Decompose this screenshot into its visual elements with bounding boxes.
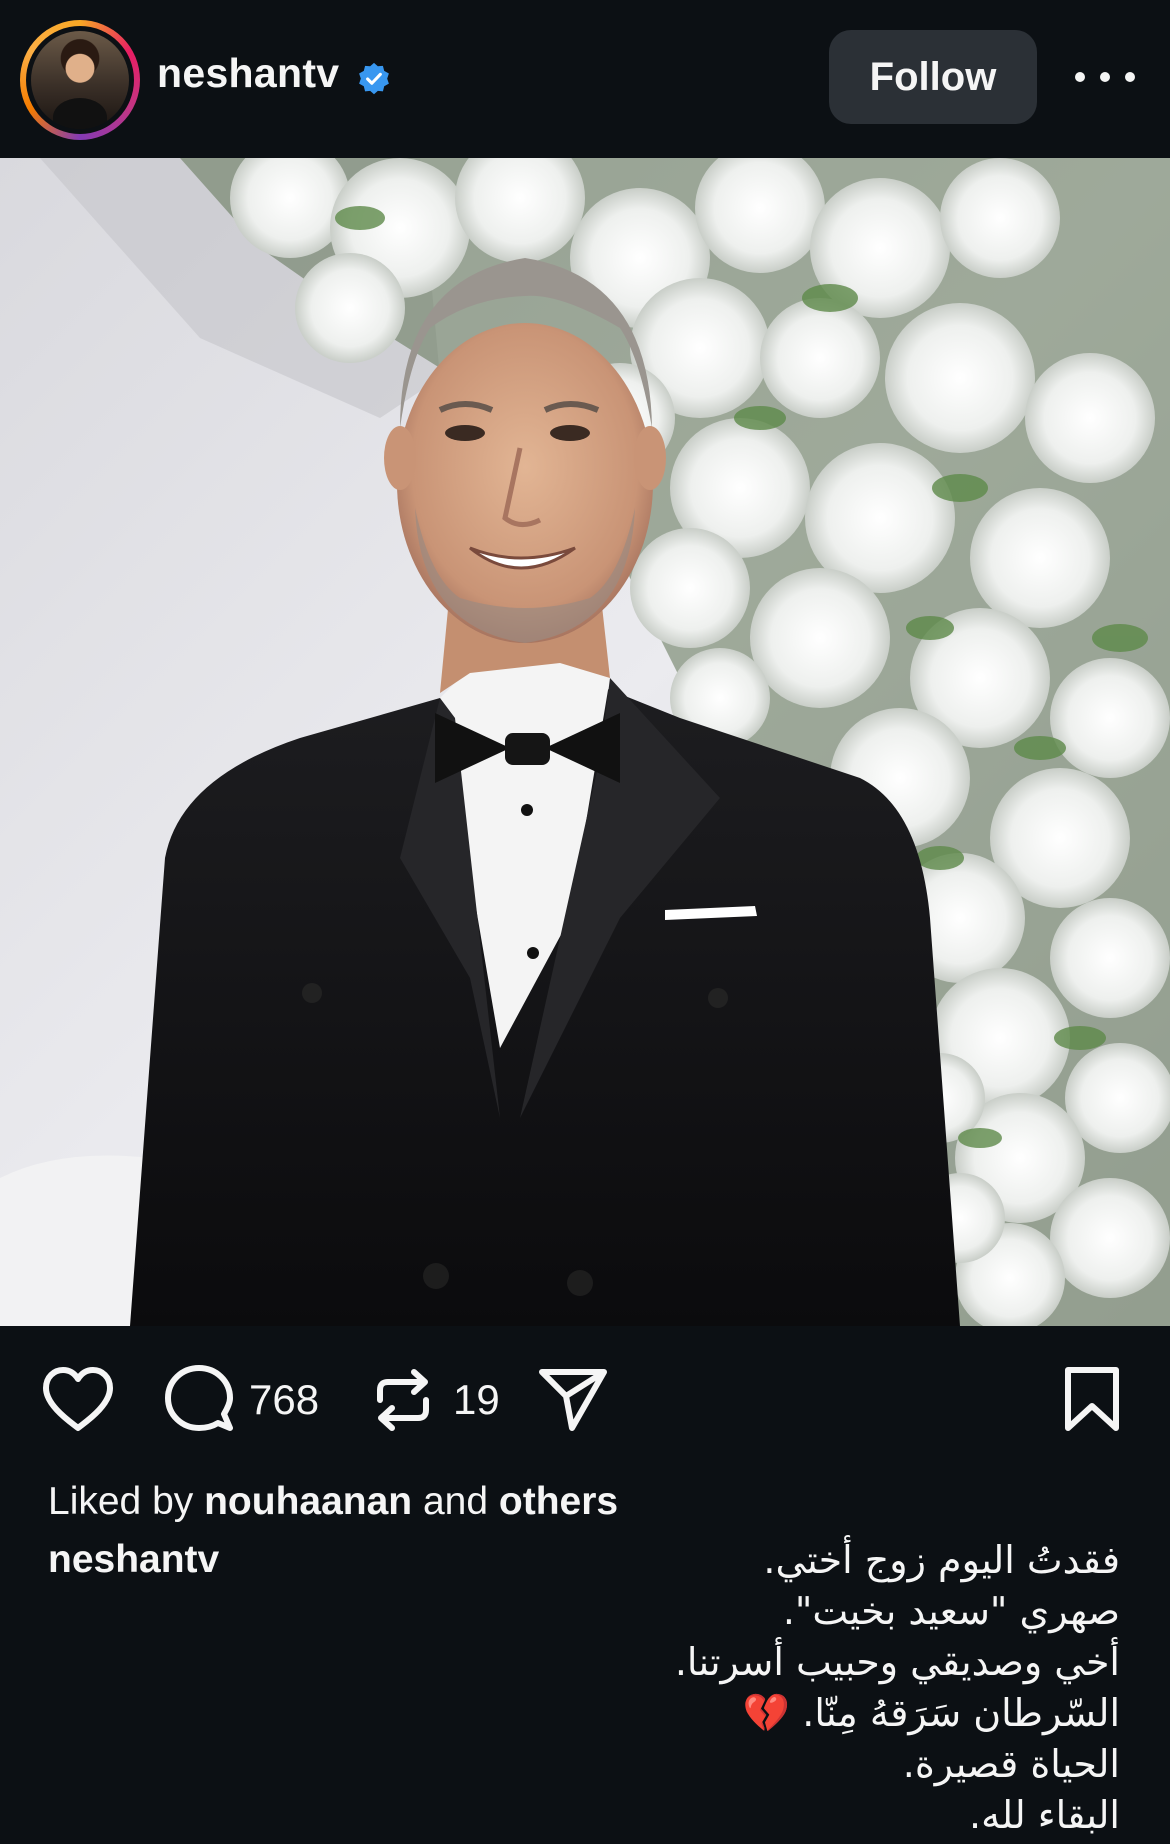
post-photo-illustration <box>0 158 1170 1326</box>
username-link[interactable]: neshantv <box>157 50 339 97</box>
liked-by-prefix: Liked by <box>48 1480 194 1523</box>
send-icon[interactable] <box>538 1366 608 1432</box>
liked-by-line: Liked by nouhaanan and others <box>48 1480 618 1524</box>
liked-by-others-link[interactable]: others <box>499 1480 618 1523</box>
caption-line: البقاء لله. <box>969 1793 1120 1837</box>
caption-line: الحياة قصيرة. <box>902 1742 1120 1786</box>
post-image[interactable] <box>0 158 1170 1326</box>
follow-button[interactable]: Follow <box>829 30 1037 124</box>
comment-icon[interactable] <box>164 1364 234 1434</box>
caption-username-link[interactable]: neshantv <box>48 1538 219 1582</box>
story-ring[interactable] <box>20 20 140 140</box>
comment-count: 768 <box>249 1376 320 1423</box>
liked-by-user-link[interactable]: nouhaanan <box>204 1480 412 1523</box>
caption-line: صهري "سعيد بخيت". <box>782 1589 1120 1633</box>
caption-line: أخي وصديقي وحبيب أسرتنا. <box>674 1640 1120 1684</box>
verified-badge-icon <box>359 62 389 95</box>
caption-line: السّرطان سَرَقهُ مِنّا. 💔 <box>742 1691 1120 1735</box>
repost-count: 19 <box>453 1376 500 1423</box>
heart-icon[interactable] <box>42 1366 114 1432</box>
caption-line: فقدتُ اليوم زوج أختي. <box>763 1538 1120 1582</box>
bookmark-icon[interactable] <box>1062 1366 1122 1432</box>
repost-icon[interactable] <box>372 1364 434 1436</box>
liked-by-connector: and <box>422 1480 489 1523</box>
more-options-icon[interactable] <box>1075 60 1135 94</box>
post-header: neshantv Follow <box>0 0 1170 158</box>
caption-text: فقدتُ اليوم زوج أختي. صهري "سعيد بخيت". … <box>500 1535 1120 1841</box>
action-bar: 768 19 <box>0 1326 1170 1476</box>
avatar[interactable] <box>31 31 129 129</box>
